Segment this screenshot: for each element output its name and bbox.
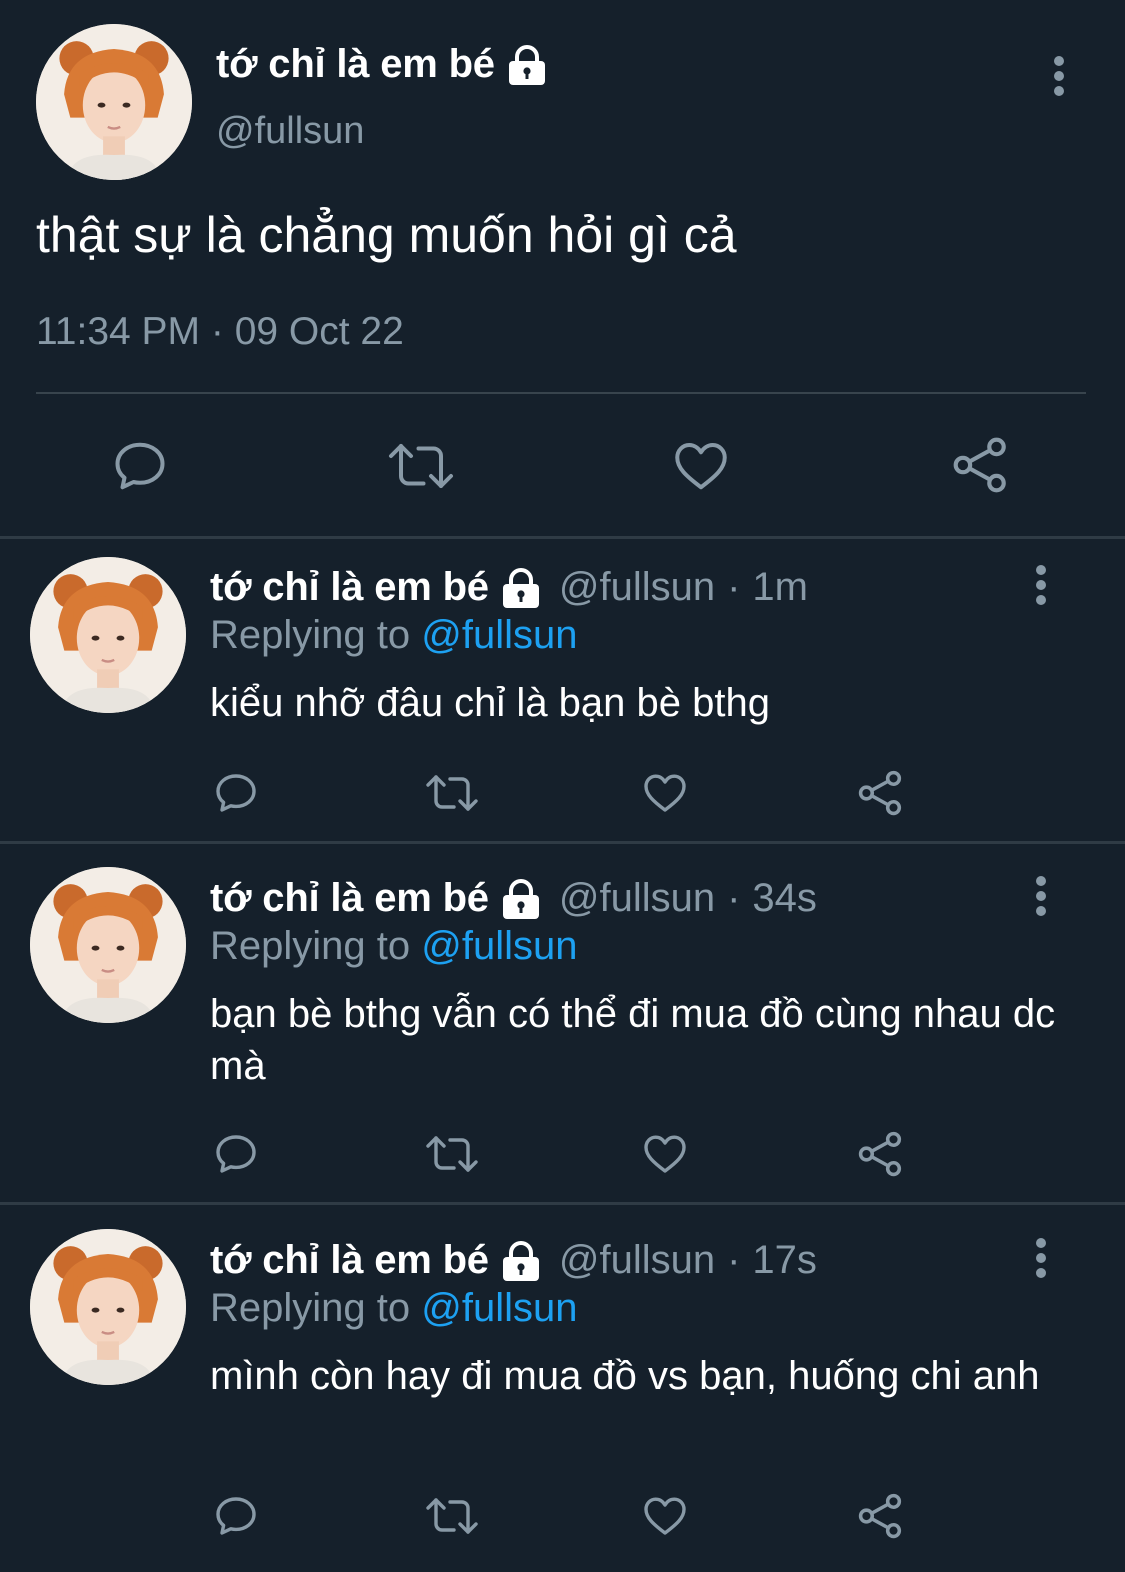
reply-tweet[interactable]: tớ chỉ là em bé @fullsun · 34s Replying … [0, 844, 1125, 1202]
lock-icon [499, 1239, 543, 1283]
tweet-thread-screen: tớ chỉ là em bé @fullsun thật sự là chẳn… [0, 0, 1125, 1572]
display-name-text[interactable]: tớ chỉ là em bé [216, 42, 495, 87]
lock-icon [505, 43, 549, 87]
retweet-icon[interactable] [424, 1492, 480, 1540]
replying-to-mention[interactable]: @fullsun [421, 924, 577, 968]
handle[interactable]: @fullsun [559, 565, 715, 610]
avatar[interactable] [30, 1229, 186, 1385]
share-icon[interactable] [856, 768, 906, 818]
tweet-timestamp[interactable]: 11:34 PM · 09 Oct 22 [36, 310, 404, 354]
reply-text: bạn bè bthg vẫn có thể đi mua đồ cùng nh… [210, 992, 1056, 1088]
like-icon[interactable] [670, 436, 732, 496]
share-icon[interactable] [856, 1129, 906, 1179]
handle[interactable]: @fullsun [559, 876, 715, 921]
handle[interactable]: @fullsun [559, 1238, 715, 1283]
reply-text: kiểu nhỡ đâu chỉ là bạn bè bthg [210, 681, 770, 725]
display-name[interactable]: tớ chỉ là em bé [210, 565, 489, 610]
replying-to-label: Replying to [210, 1286, 411, 1330]
like-icon[interactable] [640, 1492, 690, 1540]
more-options-icon[interactable] [1049, 54, 1069, 98]
reply-icon[interactable] [212, 769, 260, 817]
reply-time[interactable]: 17s [752, 1238, 817, 1283]
replying-to-label: Replying to [210, 924, 411, 968]
retweet-icon[interactable] [424, 1130, 480, 1178]
lock-icon [499, 877, 543, 921]
share-icon[interactable] [950, 434, 1012, 496]
reply-header: tớ chỉ là em bé @fullsun · 34s [210, 876, 817, 921]
retweet-icon[interactable] [424, 769, 480, 817]
display-name[interactable]: tớ chỉ là em bé [210, 1238, 489, 1283]
handle[interactable]: @fullsun [216, 110, 364, 153]
replying-to-label: Replying to [210, 613, 411, 657]
separator-dot: · [727, 1238, 741, 1282]
separator-dot: · [727, 876, 741, 920]
avatar[interactable] [30, 867, 186, 1023]
replying-to: Replying to @fullsun [210, 924, 577, 969]
replying-to: Replying to @fullsun [210, 1286, 577, 1331]
main-tweet[interactable]: tớ chỉ là em bé @fullsun thật sự là chẳn… [0, 0, 1125, 538]
replying-to-mention[interactable]: @fullsun [421, 613, 577, 657]
share-icon[interactable] [856, 1491, 906, 1541]
reply-header: tớ chỉ là em bé @fullsun · 1m [210, 565, 808, 610]
tweet-text: thật sự là chẳng muốn hỏi gì cả [36, 207, 737, 263]
reply-icon[interactable] [212, 1130, 260, 1178]
more-options-icon[interactable] [1031, 563, 1051, 607]
reply-icon[interactable] [110, 436, 170, 496]
reply-time[interactable]: 1m [752, 565, 808, 610]
display-name[interactable]: tớ chỉ là em bé [210, 876, 489, 921]
like-icon[interactable] [640, 1130, 690, 1178]
reply-icon[interactable] [212, 1492, 260, 1540]
replying-to-mention[interactable]: @fullsun [421, 1286, 577, 1330]
reply-time[interactable]: 34s [752, 876, 817, 921]
more-options-icon[interactable] [1031, 1236, 1051, 1280]
avatar[interactable] [30, 557, 186, 713]
replying-to: Replying to @fullsun [210, 613, 577, 658]
reply-tweet[interactable]: tớ chỉ là em bé @fullsun · 1m Replying t… [0, 539, 1125, 841]
retweet-icon[interactable] [386, 436, 456, 496]
lock-icon [499, 566, 543, 610]
display-name[interactable]: tớ chỉ là em bé [216, 42, 549, 87]
separator-dot: · [727, 565, 741, 609]
reply-tweet[interactable]: tớ chỉ là em bé @fullsun · 17s Replying … [0, 1205, 1125, 1572]
more-options-icon[interactable] [1031, 874, 1051, 918]
like-icon[interactable] [640, 769, 690, 817]
divider [36, 392, 1086, 394]
avatar[interactable] [36, 24, 192, 180]
reply-header: tớ chỉ là em bé @fullsun · 17s [210, 1238, 817, 1283]
reply-text: mình còn hay đi mua đồ vs bạn, huống chi… [210, 1354, 1040, 1398]
